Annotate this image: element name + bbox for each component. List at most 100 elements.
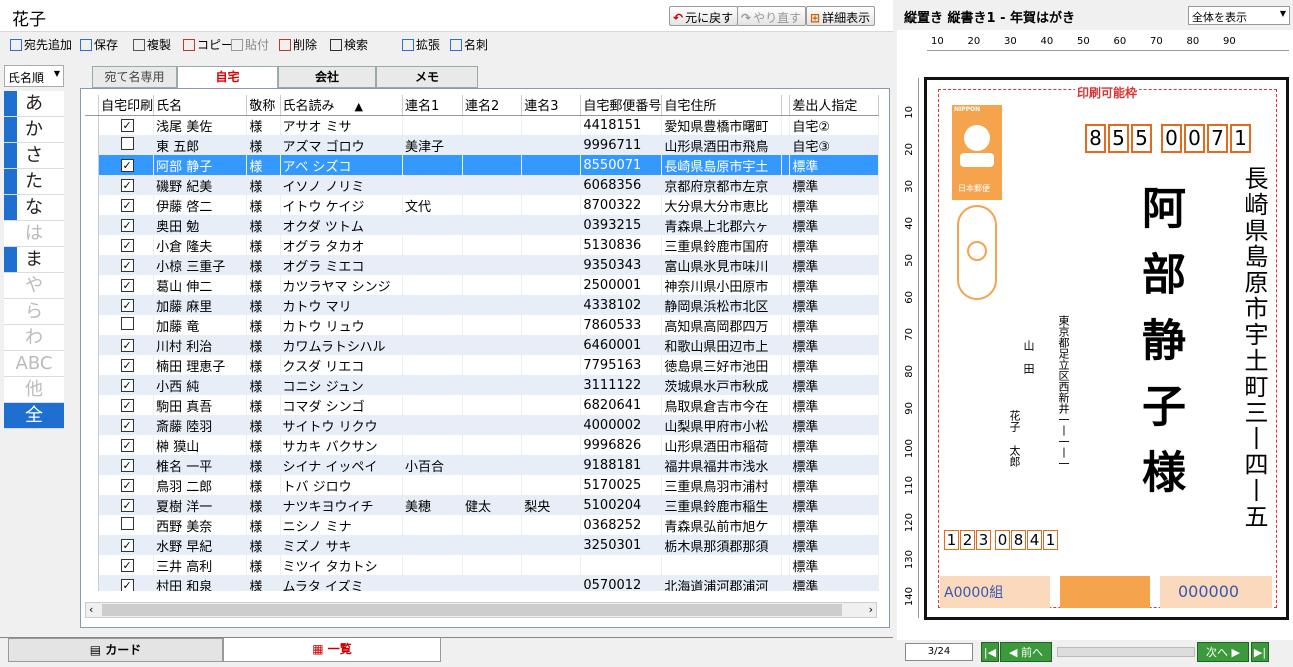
cell-r3[interactable]: 梨央	[521, 495, 582, 515]
cell-sender[interactable]: 標準	[789, 195, 879, 215]
next-page-button[interactable]: 次へ ▶	[1197, 642, 1249, 662]
column-header[interactable]: 敬称	[246, 95, 281, 116]
cell-honor[interactable]: 様	[246, 375, 281, 395]
scrollbar-thumb[interactable]	[102, 604, 842, 616]
column-header[interactable]: 自宅住所	[661, 95, 782, 116]
cell-name[interactable]: 阿部 静子	[153, 155, 248, 175]
cell-honor[interactable]: 様	[246, 115, 281, 135]
cell-honor[interactable]: 様	[246, 195, 281, 215]
cell-r2[interactable]	[462, 535, 523, 555]
kana-index-item[interactable]: な	[4, 195, 64, 221]
cell-reading[interactable]: オグラ ミエコ	[280, 255, 403, 275]
cell-r2[interactable]	[462, 415, 523, 435]
cell-r2[interactable]	[462, 355, 523, 375]
print-checkbox[interactable]: ✓	[120, 438, 134, 452]
cell-r3[interactable]	[521, 355, 582, 375]
first-page-button[interactable]: |◀	[981, 642, 999, 662]
row-pointer[interactable]	[85, 435, 100, 455]
cell-honor[interactable]: 様	[246, 415, 281, 435]
cell-addr[interactable]: 栃木県那須郡那須	[661, 535, 782, 555]
cell-honor[interactable]: 様	[246, 235, 281, 255]
cell-reading[interactable]: イトウ ケイジ	[280, 195, 403, 215]
cell-name[interactable]: 村田 和泉	[153, 575, 248, 591]
cell-zip[interactable]: 9350343	[580, 255, 663, 275]
cell-sender[interactable]: 標準	[789, 515, 879, 535]
cell-honor[interactable]: 様	[246, 155, 281, 175]
print-checkbox[interactable]: ✓	[120, 418, 134, 432]
cell-reading[interactable]: クスダ リエコ	[280, 355, 403, 375]
print-checkbox[interactable]: ✓	[120, 478, 134, 492]
cell-name[interactable]: 加藤 麻里	[153, 295, 248, 315]
cell-sender[interactable]: 標準	[789, 575, 879, 591]
cell-reading[interactable]: ナツキヨウイチ	[280, 495, 403, 515]
row-pointer[interactable]	[85, 515, 100, 535]
cell-r1[interactable]	[402, 295, 464, 315]
cell-addr[interactable]: 大分県大分市恵比	[661, 195, 782, 215]
row-pointer[interactable]	[85, 475, 100, 495]
cell-name[interactable]: 楠田 理恵子	[153, 355, 248, 375]
cell-r2[interactable]	[462, 475, 523, 495]
print-checkbox[interactable]: ✓	[120, 118, 134, 132]
kana-index-item[interactable]: ABC	[4, 351, 64, 377]
details-button[interactable]: ⊞ 詳細表示	[806, 6, 876, 26]
cell-name[interactable]: 小倉 隆夫	[153, 235, 248, 255]
row-pointer[interactable]	[85, 455, 100, 475]
cell-zip[interactable]	[580, 555, 663, 575]
table-row[interactable]: ✓ 椎名 一平様シイナ イッペイ 小百合 9188181 福井県福井市浅水 標準	[85, 455, 879, 475]
cell-reading[interactable]: アベ シズコ	[280, 155, 403, 175]
cell-r1[interactable]	[402, 515, 464, 535]
cell-honor[interactable]: 様	[246, 535, 281, 555]
cell-r2[interactable]	[462, 395, 523, 415]
cell-sender[interactable]: 標準	[789, 335, 879, 355]
table-row[interactable]: 東 五郎様アズマ ゴロウ 美津子 9996711 山形県酒田市飛鳥 自宅③	[85, 135, 879, 155]
table-row[interactable]: ✓ 加藤 麻里様カトウ マリ 4338102 静岡県浜松市北区 標準	[85, 295, 879, 315]
table-row[interactable]: ✓ 村田 和泉様ムラタ イズミ 0570012 北海道浦河郡浦河 標準	[85, 575, 879, 591]
cell-honor[interactable]: 様	[246, 455, 281, 475]
cell-reading[interactable]: カトウ リュウ	[280, 315, 403, 335]
print-checkbox[interactable]: ✓	[120, 538, 134, 552]
row-pointer[interactable]	[85, 235, 100, 255]
print-checkbox[interactable]: ✓	[120, 358, 134, 372]
cell-reading[interactable]: コニシ ジュン	[280, 375, 403, 395]
column-header[interactable]: 氏名	[153, 95, 248, 116]
prev-page-button[interactable]: ◀ 前へ	[1000, 642, 1052, 662]
cell-sender[interactable]: 標準	[789, 155, 879, 175]
cell-r3[interactable]	[521, 575, 582, 591]
kana-index-item[interactable]: は	[4, 221, 64, 247]
paste-button[interactable]: 貼付	[231, 36, 269, 53]
cell-sender[interactable]: 標準	[789, 455, 879, 475]
cell-r2[interactable]	[462, 555, 523, 575]
row-pointer[interactable]	[85, 355, 100, 375]
duplicate-button[interactable]: 複製	[133, 36, 171, 53]
row-pointer[interactable]	[85, 315, 100, 335]
cell-honor[interactable]: 様	[246, 275, 281, 295]
last-page-button[interactable]: ▶|	[1251, 642, 1269, 662]
cell-reading[interactable]: イソノ ノリミ	[280, 175, 403, 195]
row-pointer[interactable]	[85, 115, 100, 135]
cell-r2[interactable]	[462, 515, 523, 535]
scroll-left-icon[interactable]: ‹	[89, 603, 93, 616]
cell-r1[interactable]	[402, 435, 464, 455]
cell-honor[interactable]: 様	[246, 515, 281, 535]
cell-addr[interactable]: 鳥取県倉吉市今在	[661, 395, 782, 415]
table-row[interactable]: ✓ 楠田 理恵子様クスダ リエコ 7795163 徳島県三好市池田 標準	[85, 355, 879, 375]
cell-r1[interactable]	[402, 375, 464, 395]
cell-r1[interactable]	[402, 395, 464, 415]
cell-name[interactable]: 東 五郎	[153, 135, 248, 155]
cell-sender[interactable]: 標準	[789, 535, 879, 555]
cell-r3[interactable]	[521, 515, 582, 535]
column-header[interactable]: 自宅郵便番号	[580, 95, 663, 116]
cell-reading[interactable]: サカキ バクサン	[280, 435, 403, 455]
column-header[interactable]: 差出人指定	[789, 95, 879, 116]
print-checkbox[interactable]: ✓	[120, 218, 134, 232]
row-pointer[interactable]	[85, 195, 100, 215]
tab-2[interactable]: 会社	[278, 66, 376, 88]
cell-r1[interactable]	[402, 315, 464, 335]
cell-reading[interactable]: オグラ タカオ	[280, 235, 403, 255]
row-pointer[interactable]	[85, 535, 100, 555]
cell-zip[interactable]: 5170025	[580, 475, 663, 495]
column-header[interactable]: 自宅印刷	[98, 95, 155, 116]
cell-honor[interactable]: 様	[246, 335, 281, 355]
cell-r2[interactable]	[462, 455, 523, 475]
row-pointer[interactable]	[85, 415, 100, 435]
